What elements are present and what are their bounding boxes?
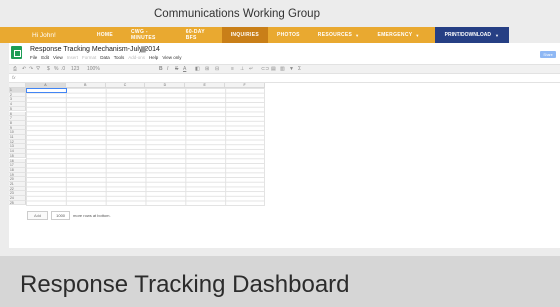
comment-icon[interactable]: ▤ (271, 66, 276, 72)
row-header[interactable]: 25 (9, 200, 26, 206)
selected-cell-a1[interactable] (26, 88, 67, 93)
print-download-label: PRINT/DOWNLOAD (444, 32, 492, 38)
zoom-select[interactable]: 100% (87, 66, 100, 72)
nav-item-label: PHOTOS (276, 32, 300, 38)
paint-format-icon[interactable]: ⛛ (36, 66, 40, 72)
add-rows-suffix: more rows at bottom. (73, 213, 111, 218)
menu-view[interactable]: View (53, 55, 63, 60)
more-formats-icon[interactable]: 123 (71, 66, 79, 72)
fx-icon: fx (12, 75, 16, 80)
main-nav: Hi John! HOME CWG - MINUTES 60-DAY BFS I… (0, 27, 509, 43)
valign-icon[interactable]: ⊥ (240, 66, 244, 72)
decimal-icon[interactable]: .0 (61, 66, 65, 72)
wrap-icon[interactable]: ↵ (249, 66, 253, 72)
sheet-toolbar: ⎙ ↶ ↷ ⛛ $ % .0 123 100% B I S A ◧ ⊞ ⊟ ≡ … (9, 64, 560, 74)
menu-edit[interactable]: Edit (41, 55, 49, 60)
star-folder-icon[interactable]: ☆ ▇ (134, 46, 146, 53)
filter-icon[interactable]: ▼ (289, 66, 294, 72)
add-rows-button[interactable]: Add (27, 211, 49, 220)
menu-insert[interactable]: Insert (67, 55, 78, 60)
print-icon[interactable]: ⎙ (13, 66, 17, 72)
percent-icon[interactable]: % (54, 66, 58, 72)
share-button[interactable]: Share (540, 51, 556, 58)
nav-item-home[interactable]: HOME (88, 27, 122, 43)
dashboard-title: Response Tracking Dashboard (20, 271, 350, 298)
cell-area[interactable] (26, 88, 265, 206)
fill-color-icon[interactable]: ◧ (195, 66, 200, 72)
merge-icon[interactable]: ⊟ (215, 66, 219, 72)
menu-add-ons[interactable]: Add-ons (128, 55, 145, 60)
menu-data[interactable]: Data (100, 55, 110, 60)
nav-item-label: CWG - MINUTES (131, 29, 156, 41)
nav-item-label: RESOURCES (317, 32, 353, 38)
link-icon[interactable]: ⊂⊃ (261, 66, 269, 72)
italic-icon[interactable]: I (167, 66, 168, 72)
nav-item-60-day-bfs[interactable]: 60-DAY BFS (177, 27, 222, 43)
menu-file[interactable]: File (30, 55, 37, 60)
site-title: Communications Working Group (154, 8, 320, 20)
view-only-label: View only (162, 55, 182, 60)
page: { "site": { "title": "Communications Wor… (0, 0, 560, 307)
text-color-icon[interactable]: A (183, 66, 186, 72)
nav-greeting: Hi John! (31, 31, 56, 39)
add-rows-control: Add 1000 more rows at bottom. (27, 211, 111, 220)
embedded-spreadsheet: Response Tracking Mechanism-July 2014 ☆ … (9, 43, 560, 248)
chevron-down-icon: ▼ (355, 32, 360, 38)
nav-item-photos[interactable]: PHOTOS (268, 27, 309, 43)
nav-item-label: INQUIRIES (230, 32, 259, 38)
formula-bar[interactable]: fx (9, 74, 560, 83)
sheets-logo-icon[interactable] (11, 46, 22, 59)
nav-item-label: 60-DAY BFS (185, 29, 205, 41)
currency-icon[interactable]: $ (47, 66, 50, 72)
cell-grid[interactable]: ABCDEF 1 2 3 4 5 6 7 8 9 10 11 12 13 14 15 16 17 18 19 20 21… (9, 83, 265, 206)
menu-help[interactable]: Help (149, 55, 158, 60)
sheet-menu-bar: File Edit View Insert Format Data Tools … (30, 55, 182, 60)
nav-item-label: EMERGENCY (377, 32, 413, 38)
nav-item-emergency[interactable]: EMERGENCY ▼ (368, 27, 428, 43)
undo-icon[interactable]: ↶ (22, 66, 26, 72)
nav-item-resources[interactable]: RESOURCES ▼ (309, 27, 369, 43)
strikethrough-icon[interactable]: S (175, 66, 178, 72)
nav-item-inquiries[interactable]: INQUIRIES (221, 27, 268, 43)
nav-item-label: HOME (96, 32, 114, 38)
dashboard-footer: Response Tracking Dashboard (0, 256, 560, 307)
menu-format[interactable]: Format (82, 55, 96, 60)
functions-icon[interactable]: Σ (298, 66, 301, 72)
chart-icon[interactable]: ▥ (280, 66, 285, 72)
print-download-button[interactable]: PRINT/DOWNLOAD ▼ (434, 27, 509, 43)
menu-tools[interactable]: Tools (114, 55, 125, 60)
chevron-down-icon: ▼ (415, 32, 420, 38)
add-rows-count-input[interactable]: 1000 (51, 211, 71, 220)
align-icon[interactable]: ≡ (231, 66, 234, 72)
borders-icon[interactable]: ⊞ (205, 66, 209, 72)
bold-icon[interactable]: B (159, 66, 163, 72)
chevron-down-icon: ▼ (495, 32, 499, 38)
redo-icon[interactable]: ↷ (29, 66, 33, 72)
nav-item-cwg-minutes[interactable]: CWG - MINUTES (122, 27, 177, 43)
